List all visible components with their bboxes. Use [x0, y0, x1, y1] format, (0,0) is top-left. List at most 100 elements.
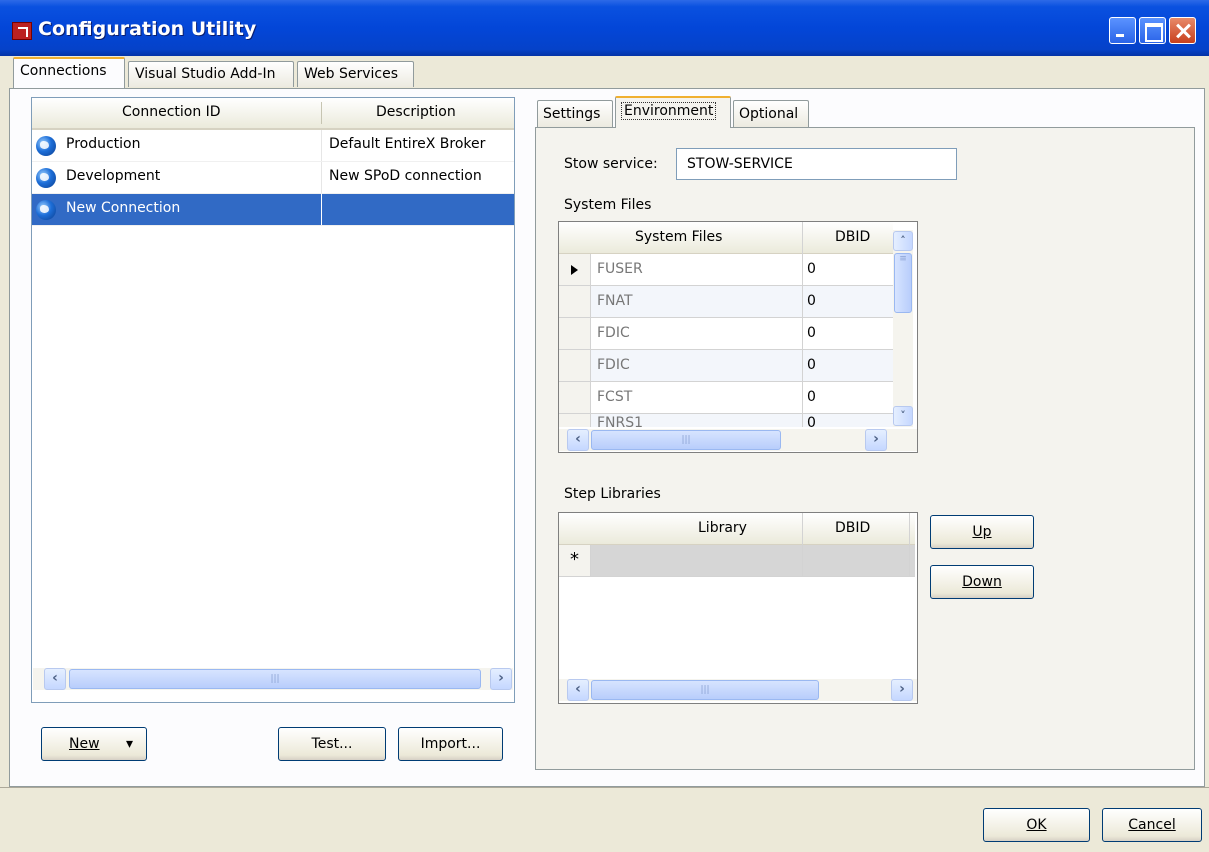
minimize-button[interactable]	[1109, 17, 1136, 44]
tab-optional[interactable]: Optional	[733, 100, 809, 127]
system-files-row[interactable]: FDIC 0	[559, 318, 893, 350]
system-file-name[interactable]: FDIC	[597, 325, 630, 341]
system-files-row[interactable]: FNAT 0	[559, 286, 893, 318]
import-button[interactable]: Import...	[398, 727, 503, 761]
row-header[interactable]	[559, 414, 591, 427]
new-row-icon: *	[559, 545, 591, 576]
column-dbid[interactable]: DBID	[835, 520, 870, 536]
step-libraries-title: Step Libraries	[564, 486, 661, 502]
globe-icon	[36, 168, 56, 188]
system-files-row[interactable]: FCST 0	[559, 382, 893, 414]
scroll-left-icon[interactable]: ‹	[44, 668, 66, 690]
column-divider	[802, 222, 803, 427]
system-file-dbid[interactable]: 0	[807, 415, 816, 427]
step-libraries-grid[interactable]: Library DBID * ‹ ||| ›	[558, 512, 918, 704]
connections-horizontal-scrollbar[interactable]: ‹ ||| ›	[33, 668, 513, 690]
system-file-dbid[interactable]: 0	[807, 389, 816, 405]
connection-id: New Connection	[66, 200, 181, 216]
scroll-right-icon[interactable]: ›	[891, 679, 913, 701]
row-divider	[321, 194, 322, 225]
column-description[interactable]: Description	[376, 104, 456, 120]
scroll-up-icon[interactable]: ˄	[893, 231, 913, 251]
system-file-name[interactable]: FCST	[597, 389, 632, 405]
row-header[interactable]	[559, 382, 591, 413]
connection-description: New SPoD connection	[329, 168, 482, 184]
configuration-window: Configuration Utility Connections Visual…	[0, 0, 1209, 852]
scroll-thumb[interactable]: ≡	[894, 253, 912, 313]
column-divider	[802, 513, 803, 577]
title-bar[interactable]: Configuration Utility	[0, 0, 1209, 56]
column-dbid[interactable]: DBID	[835, 229, 870, 245]
scroll-right-icon[interactable]: ›	[490, 668, 512, 690]
step-libraries-grid-header: Library DBID	[559, 513, 915, 545]
scroll-down-icon[interactable]: ˅	[893, 406, 913, 426]
tab-connections[interactable]: Connections	[13, 57, 125, 88]
tab-environment[interactable]: Environment	[615, 96, 731, 128]
row-header[interactable]	[559, 318, 591, 349]
new-button-label: New	[69, 736, 100, 752]
system-file-name[interactable]: FUSER	[597, 261, 643, 277]
row-header[interactable]	[559, 286, 591, 317]
ok-button[interactable]: OK	[983, 808, 1090, 842]
system-file-dbid[interactable]: 0	[807, 357, 816, 373]
row-divider	[321, 162, 322, 193]
tab-visual-studio-add-in[interactable]: Visual Studio Add-In	[128, 61, 294, 87]
chevron-down-icon[interactable]: ▾	[126, 728, 133, 760]
app-icon	[12, 22, 32, 40]
column-connection-id[interactable]: Connection ID	[122, 104, 221, 120]
row-header[interactable]	[559, 254, 591, 285]
globe-icon	[36, 136, 56, 156]
up-button[interactable]: Up	[930, 515, 1034, 549]
scroll-thumb[interactable]: |||	[69, 669, 481, 689]
close-button[interactable]	[1169, 17, 1196, 44]
system-file-dbid[interactable]: 0	[807, 293, 816, 309]
scroll-thumb[interactable]: |||	[591, 430, 781, 450]
column-library[interactable]: Library	[698, 520, 747, 536]
row-divider	[321, 130, 322, 161]
system-file-dbid[interactable]: 0	[807, 325, 816, 341]
connection-row-new-connection[interactable]: New Connection	[32, 194, 514, 226]
system-files-grid-header: System Files DBID	[559, 222, 893, 254]
connection-row-development[interactable]: Development New SPoD connection	[32, 162, 514, 194]
down-button-label: Down	[962, 574, 1002, 590]
column-system-files[interactable]: System Files	[635, 229, 722, 245]
connection-id: Production	[66, 136, 141, 152]
globe-icon	[36, 200, 56, 220]
connection-row-production[interactable]: Production Default EntireX Broker	[32, 130, 514, 162]
system-file-name[interactable]: FNAT	[597, 293, 633, 309]
system-file-name[interactable]: FNRS1	[597, 415, 643, 427]
maximize-button[interactable]	[1139, 17, 1166, 44]
system-files-row[interactable]: FDIC 0	[559, 350, 893, 382]
ok-button-label: OK	[1026, 817, 1047, 833]
system-files-row[interactable]: FUSER 0	[559, 254, 893, 286]
scroll-thumb[interactable]: |||	[591, 680, 819, 700]
connection-id: Development	[66, 168, 161, 184]
window-title: Configuration Utility	[38, 18, 257, 40]
system-files-grid[interactable]: System Files DBID FUSER 0 FNAT 0 FDIC 0 …	[558, 221, 918, 453]
scroll-left-icon[interactable]: ‹	[567, 679, 589, 701]
cancel-button[interactable]: Cancel	[1102, 808, 1202, 842]
connection-description: Default EntireX Broker	[329, 136, 486, 152]
system-file-name[interactable]: FDIC	[597, 357, 630, 373]
down-button[interactable]: Down	[930, 565, 1034, 599]
tab-environment-label: Environment	[621, 102, 717, 120]
system-files-row[interactable]: FNRS1 0	[559, 414, 893, 427]
step-libraries-horizontal-scrollbar[interactable]: ‹ ||| ›	[559, 679, 917, 701]
scroll-left-icon[interactable]: ‹	[567, 429, 589, 451]
tab-web-services[interactable]: Web Services	[297, 61, 414, 87]
test-button[interactable]: Test...	[278, 727, 386, 761]
system-files-title: System Files	[564, 197, 652, 213]
tab-settings[interactable]: Settings	[537, 100, 613, 127]
new-button[interactable]: New ▾	[41, 727, 147, 761]
system-files-horizontal-scrollbar[interactable]: ‹ ||| ›	[559, 429, 917, 451]
system-file-dbid[interactable]: 0	[807, 261, 816, 277]
up-button-label: Up	[972, 524, 992, 540]
scroll-right-icon[interactable]: ›	[865, 429, 887, 451]
system-files-vertical-scrollbar[interactable]: ˄ ≡ ˅	[893, 230, 913, 427]
row-header[interactable]	[559, 350, 591, 381]
column-separator[interactable]	[321, 102, 322, 124]
step-libraries-new-row[interactable]: *	[559, 545, 915, 577]
dialog-footer-divider	[0, 787, 1209, 788]
stow-service-input[interactable]: STOW-SERVICE	[676, 148, 957, 180]
connections-list[interactable]: Connection ID Description Production Def…	[31, 97, 515, 703]
